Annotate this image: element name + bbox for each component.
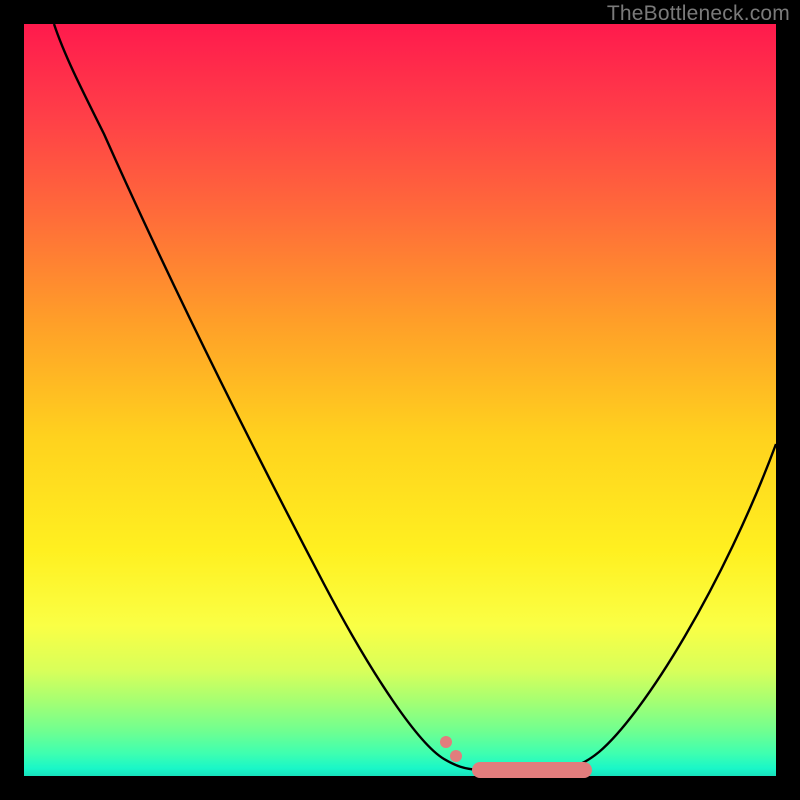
plot-area [24,24,776,776]
bottleneck-curve [54,24,776,770]
chart-frame: TheBottleneck.com [0,0,800,800]
left-dot-marker-1 [440,736,452,748]
flat-span-marker [472,762,592,778]
left-dot-marker-2 [450,750,462,762]
curve-svg [24,24,776,776]
watermark-text: TheBottleneck.com [607,2,790,26]
